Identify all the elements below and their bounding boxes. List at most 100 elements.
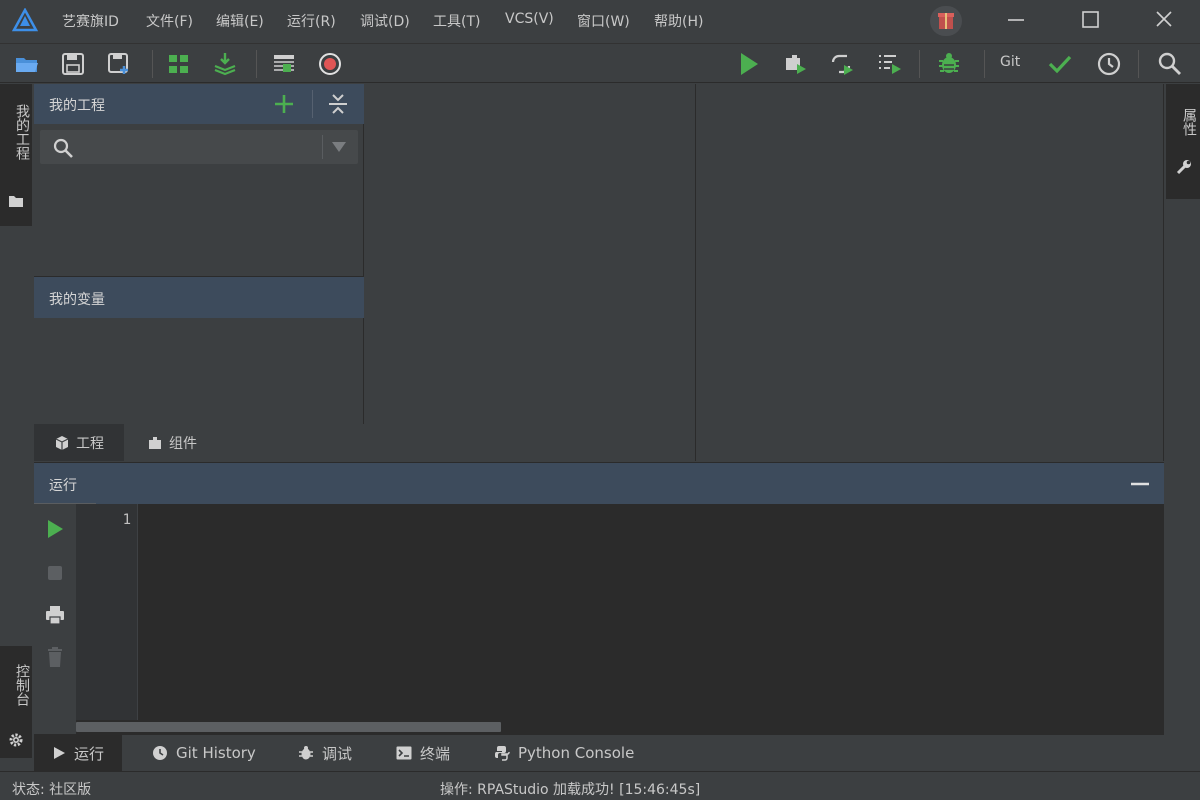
search-separator [322,135,323,159]
trash-icon[interactable] [45,646,65,668]
toolbar: Git [0,43,1200,83]
history-clock-icon[interactable] [1095,50,1123,78]
run-panel: 运行 1 [34,462,1164,734]
menu-edit[interactable]: 编辑(E) [216,11,264,31]
minimize-panel-icon[interactable] [1128,473,1152,495]
close-button[interactable] [1146,6,1182,34]
console-tool-window-tab[interactable]: 控制台 [0,646,32,758]
terminal-icon [396,746,412,760]
gift-icon[interactable] [930,6,962,36]
project-panel-title: 我的工程 [49,98,105,114]
run-icon[interactable] [735,50,763,78]
gear-icon [8,732,24,748]
save-icon[interactable] [59,50,87,78]
commit-check-icon[interactable] [1046,50,1074,78]
project-strip-label: 我的工程 [14,104,30,160]
console-strip-label: 控制台 [14,664,30,706]
print-icon[interactable] [44,604,66,626]
minimize-button[interactable] [998,6,1034,34]
collapse-all-icon[interactable] [326,92,350,116]
toolbar-separator [919,50,920,78]
project-search-input[interactable] [40,130,358,164]
publish-icon[interactable] [211,50,239,78]
line-number-gutter: 1 [76,504,138,720]
editor-pane-right[interactable] [697,84,1164,461]
operation-status: 操作: RPAStudio 加载成功! [15:46:45s] [440,782,701,798]
tab-project-label: 工程 [76,435,104,452]
line-number: 1 [122,512,131,528]
tab-terminal-label: 终端 [420,744,451,763]
status-bar: 状态: 社区版 操作: RPAStudio 加载成功! [15:46:45s] [0,771,1200,800]
search-icon[interactable] [1156,50,1184,78]
scrollbar-thumb[interactable] [76,722,501,732]
variables-panel-title: 我的变量 [49,292,105,308]
tab-git-history[interactable]: Git History [134,735,274,771]
record-icon[interactable] [316,50,344,78]
run-steps-icon[interactable] [875,50,903,78]
tab-components-label: 组件 [169,435,197,452]
tab-run-label: 运行 [74,744,105,763]
app-title: 艺赛旗ID [62,14,119,30]
play-icon [52,746,66,760]
run-panel-actions [34,504,76,734]
search-icon [52,137,74,159]
tab-components[interactable]: 组件 [127,424,217,461]
tab-debug-label: 调试 [322,744,353,763]
horizontal-scrollbar[interactable] [76,720,1164,734]
menu-help[interactable]: 帮助(H) [654,11,703,31]
project-panel: 我的工程 我的变量 工程 组件 [34,84,364,461]
filter-dropdown-icon[interactable] [330,139,348,155]
toolbar-separator [256,50,257,78]
clock-icon [152,745,168,761]
run-component-icon[interactable] [781,50,809,78]
menu-debug[interactable]: 调试(D) [360,11,410,31]
open-folder-icon[interactable] [13,50,41,78]
menu-vcs[interactable]: VCS(V) [505,11,554,27]
toolbar-separator [152,50,153,78]
components-icon[interactable] [165,50,193,78]
variables-panel-header[interactable]: 我的变量 [34,276,364,318]
debug-bug-icon[interactable] [935,50,963,78]
menu-tools[interactable]: 工具(T) [433,11,480,31]
save-all-icon[interactable] [106,50,134,78]
bug-icon [298,745,314,761]
console-output[interactable] [139,504,1164,720]
project-panel-header: 我的工程 [34,84,364,124]
maximize-button[interactable] [1072,6,1108,34]
tab-run[interactable]: 运行 [34,735,123,771]
app-logo-icon [12,8,38,32]
tab-debug[interactable]: 调试 [280,735,370,771]
menu-run[interactable]: 运行(R) [287,11,336,31]
git-label: Git [1000,54,1021,70]
tab-python-console-label: Python Console [518,744,635,762]
title-bar: 艺赛旗ID 文件(F) 编辑(E) 运行(R) 调试(D) 工具(T) VCS(… [0,0,1200,40]
menu-window[interactable]: 窗口(W) [577,11,630,31]
data-table-icon[interactable] [270,50,298,78]
tab-terminal[interactable]: 终端 [378,735,468,771]
header-separator [312,90,313,118]
add-icon[interactable] [272,92,296,116]
menu-file[interactable]: 文件(F) [146,11,193,31]
run-panel-header: 运行 [34,462,1164,506]
edition-status: 状态: 社区版 [12,782,92,798]
bottom-tool-tabs: 运行 Git History 调试 终端 Python Console [34,734,1164,771]
wrench-icon [1176,159,1192,175]
tab-git-history-label: Git History [176,744,256,762]
project-panel-tabs: 工程 组件 [34,424,364,461]
run-panel-title: 运行 [49,478,77,494]
stop-icon[interactable] [46,564,64,582]
cube-icon [54,435,70,451]
editor-pane-left[interactable] [365,84,696,461]
puzzle-icon [147,435,163,451]
tab-project[interactable]: 工程 [34,424,124,461]
tab-python-console[interactable]: Python Console [476,735,652,771]
python-icon [494,745,510,761]
properties-tool-window-tab[interactable]: 属性 [1166,84,1200,199]
properties-strip-label: 属性 [1181,108,1197,136]
run-loop-icon[interactable] [828,50,856,78]
folder-icon [8,194,24,208]
rerun-icon[interactable] [44,518,66,540]
toolbar-separator [1138,50,1139,78]
toolbar-separator [984,50,985,78]
project-tool-window-tab[interactable]: 我的工程 [0,84,32,226]
